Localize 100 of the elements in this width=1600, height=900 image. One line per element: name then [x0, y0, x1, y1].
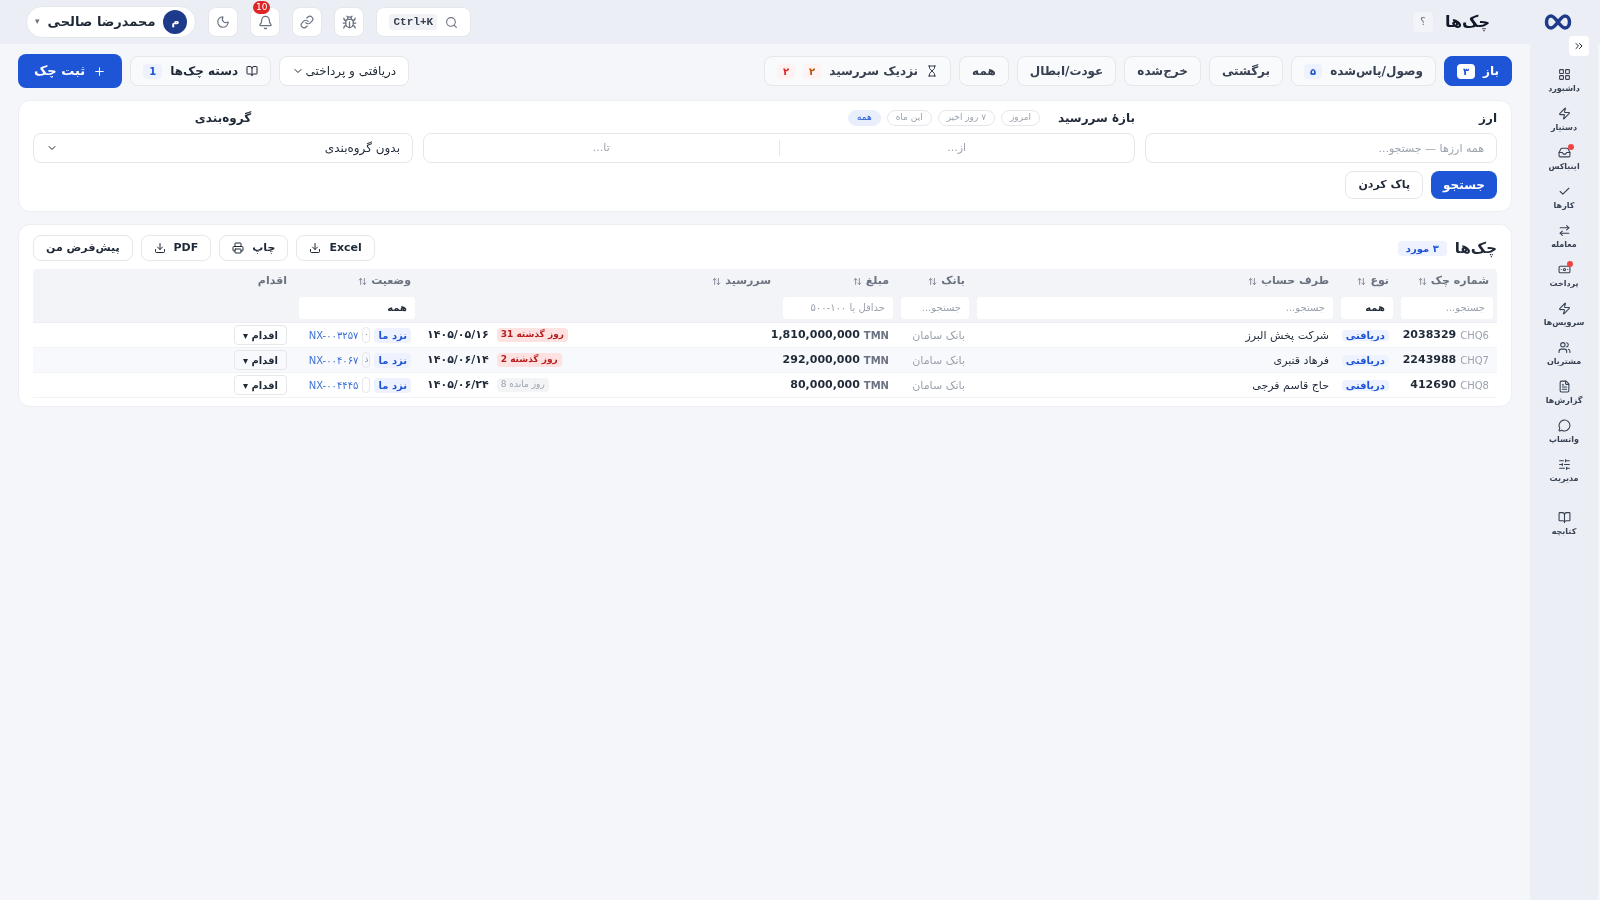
bug-icon: [342, 14, 357, 30]
column-header[interactable]: مبلغ: [865, 272, 889, 290]
sidebar-item[interactable]: داشبورد: [1548, 68, 1580, 95]
sort-icon[interactable]: [712, 276, 722, 286]
bank-name: بانک سامان: [912, 378, 965, 392]
reference-link[interactable]: NX-۰۰۴۴۴۵: [308, 377, 359, 393]
moon-icon: [216, 15, 231, 29]
status-tab[interactable]: باز ۳: [1443, 56, 1512, 86]
sidebar-item[interactable]: گزارش‌ها: [1545, 380, 1583, 407]
nav-icon: [1557, 146, 1571, 159]
type-badge: دریافتی: [1341, 380, 1389, 391]
search-button[interactable]: Ctrl+K: [376, 7, 472, 37]
sidebar-item[interactable]: سرویس‌ها: [1543, 302, 1585, 329]
currency-code: TMN: [863, 378, 889, 393]
check-number: 412690: [1410, 376, 1457, 393]
filter-field[interactable]: جستجو...: [901, 296, 969, 319]
nav-icon: [1557, 419, 1571, 432]
column-header[interactable]: بانک: [941, 272, 965, 290]
sidebar-item[interactable]: پرداخت: [1549, 263, 1579, 290]
new-check-button[interactable]: ثبت چک: [18, 54, 123, 88]
range-chip[interactable]: همه: [847, 110, 881, 126]
filter-field[interactable]: حداقل یا ۱۰۰-۵۰۰: [783, 296, 893, 319]
party-name: شرکت پخش البرز: [1245, 328, 1329, 342]
book-icon: [246, 65, 259, 77]
status-tab[interactable]: همه: [959, 56, 1009, 86]
bug-button[interactable]: [334, 7, 365, 37]
sidebar-item[interactable]: اینباکس: [1548, 146, 1580, 173]
user-name: محمدرضا صالحی: [47, 13, 156, 32]
check-prefix: CHQ6: [1460, 328, 1489, 343]
amount: 1,810,000,000: [770, 326, 860, 343]
theme-button[interactable]: [208, 7, 239, 37]
grouping-select[interactable]: بدون گروه‌بندی: [33, 133, 413, 163]
caret-icon: ▾: [35, 15, 40, 29]
reference-link[interactable]: NX-۰۰۳۲۵۷: [308, 327, 359, 343]
export-button[interactable]: Excel: [296, 235, 375, 261]
page-title: چک‌ها: [1445, 11, 1490, 33]
column-header[interactable]: اقدام: [257, 272, 287, 290]
amount: 80,000,000: [790, 376, 860, 393]
field-label: گروه‌بندی: [193, 110, 253, 127]
amount: 292,000,000: [782, 351, 860, 368]
user-menu[interactable]: م محمدرضا صالحی ▾: [26, 6, 197, 38]
link-icon: [300, 15, 315, 29]
bank-name: بانک سامان: [912, 353, 965, 367]
status-tab[interactable]: نزدیک سررسید ۲ ۲: [764, 56, 952, 86]
check-number: 2038329: [1402, 326, 1457, 343]
field-label: بازهٔ سررسید: [1058, 110, 1135, 127]
export-button[interactable]: PDF: [140, 235, 212, 261]
column-header[interactable]: نوع: [1370, 272, 1389, 290]
filter-select[interactable]: همه: [299, 296, 415, 319]
logo-icon: [1542, 13, 1574, 31]
column-header[interactable]: شماره چک: [1430, 272, 1489, 290]
action-button[interactable]: اقدام ▾: [234, 325, 287, 345]
sort-icon[interactable]: [1357, 276, 1367, 286]
sidebar-item[interactable]: معامله: [1551, 224, 1577, 251]
sort-icon[interactable]: [1417, 276, 1427, 286]
sort-icon[interactable]: [1247, 276, 1257, 286]
sidebar-item[interactable]: واتساپ: [1549, 419, 1579, 446]
clear-button[interactable]: پاک کردن: [1345, 171, 1424, 199]
status-tab[interactable]: خرج‌شده: [1124, 56, 1201, 86]
sidebar-item[interactable]: دستیار: [1550, 107, 1578, 134]
sidebar-item[interactable]: مدیریت: [1549, 458, 1579, 485]
due-badge: روز گذشته 31: [496, 328, 568, 342]
filter-field[interactable]: جستجو...: [1401, 296, 1493, 319]
check-prefix: CHQ7: [1460, 353, 1489, 368]
export-button[interactable]: چاپ: [219, 235, 289, 261]
link-button[interactable]: [292, 7, 323, 37]
due-badge: روز مانده 8: [496, 378, 549, 392]
reference-link[interactable]: NX-۰۰۴۰۶۷: [308, 352, 359, 368]
currency-code: TMN: [863, 353, 889, 368]
bell-icon: [258, 14, 273, 30]
bank-name: بانک سامان: [912, 328, 965, 342]
status-tab[interactable]: عودت/ابطال: [1016, 56, 1117, 86]
collapse-button[interactable]: [1569, 36, 1589, 56]
table-title: چک‌ها: [1454, 237, 1497, 260]
search-submit-button[interactable]: جستجو: [1431, 171, 1497, 199]
sort-icon[interactable]: [928, 276, 938, 286]
filter-select[interactable]: همه: [1341, 296, 1393, 319]
sidebar-item[interactable]: مشتریان: [1546, 341, 1582, 368]
type-badge: دریافتی: [1341, 355, 1389, 366]
count-badge: ۲: [777, 63, 796, 79]
sidebar-item[interactable]: کتابچه: [1551, 511, 1577, 538]
sort-icon[interactable]: [358, 276, 368, 286]
column-header[interactable]: طرف حساب: [1260, 272, 1329, 290]
column-header[interactable]: وضعیت: [371, 272, 411, 290]
action-button[interactable]: اقدام ▾: [234, 375, 287, 395]
currency-field[interactable]: همه ارزها — جستجو...: [1145, 133, 1497, 163]
filter-field[interactable]: جستجو...: [977, 296, 1333, 319]
hourglass-icon: [926, 65, 939, 77]
nav-icon: [1557, 302, 1571, 315]
action-button[interactable]: اقدام ▾: [234, 350, 287, 370]
help-button[interactable]: ؟: [1413, 12, 1433, 32]
nav-icon: [1557, 458, 1571, 471]
status-badge: نزد ما: [374, 352, 411, 368]
sidebar-item[interactable]: کارها: [1553, 185, 1575, 212]
default-view-button[interactable]: پیش‌فرض من: [33, 235, 133, 261]
column-header[interactable]: سررسید: [725, 272, 771, 290]
direction-select[interactable]: دریافتی و پرداختی: [279, 56, 410, 86]
status-tab[interactable]: وصول/پاس‌شده ۵: [1291, 56, 1436, 86]
status-tab[interactable]: برگشتی: [1208, 56, 1284, 86]
sort-icon[interactable]: [852, 276, 862, 286]
